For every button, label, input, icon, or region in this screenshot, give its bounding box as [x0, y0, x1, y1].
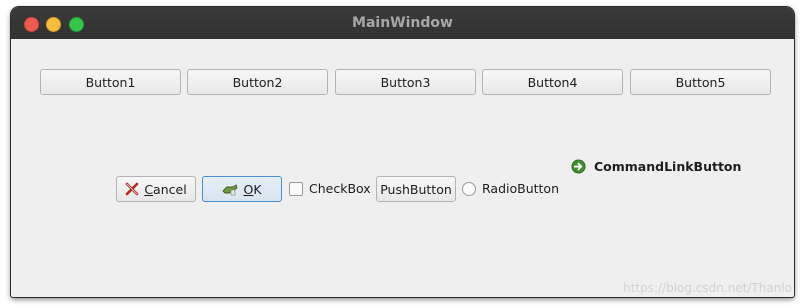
ok-hand-icon [222, 182, 239, 196]
watermark: https://blog.csdn.net/Thanlo [623, 281, 792, 295]
radio-button[interactable]: RadioButton [462, 181, 559, 196]
button1-label: Button1 [85, 74, 136, 90]
ok-button[interactable]: OK [202, 176, 282, 202]
button3-label: Button3 [380, 74, 431, 90]
cancel-x-icon [125, 182, 139, 196]
button2[interactable]: Button2 [187, 69, 328, 95]
title-bar[interactable]: MainWindow [11, 7, 794, 39]
radio-button-label: RadioButton [482, 181, 559, 196]
checkbox-indicator[interactable] [289, 181, 303, 196]
button1[interactable]: Button1 [40, 69, 181, 95]
cancel-button[interactable]: Cancel [116, 176, 196, 202]
button5-label: Button5 [675, 74, 726, 90]
button2-label: Button2 [232, 74, 283, 90]
checkbox-label: CheckBox [309, 181, 371, 196]
button3[interactable]: Button3 [335, 69, 476, 95]
window-title: MainWindow [352, 15, 453, 31]
button4-label: Button4 [527, 74, 578, 90]
button4[interactable]: Button4 [482, 69, 623, 95]
checkbox[interactable]: CheckBox [289, 181, 371, 196]
push-button[interactable]: PushButton [376, 176, 456, 202]
command-link-button[interactable]: CommandLinkButton [571, 159, 741, 174]
button5[interactable]: Button5 [630, 69, 771, 95]
ok-button-label: OK [243, 181, 262, 197]
arrow-right-circle-icon [571, 159, 586, 174]
cancel-button-label: Cancel [144, 181, 187, 197]
main-window: MainWindow Button1 Button2 Button3 Butto… [11, 7, 794, 297]
command-link-label: CommandLinkButton [594, 159, 742, 174]
radio-indicator[interactable] [462, 181, 476, 196]
push-button-label: PushButton [380, 181, 452, 197]
